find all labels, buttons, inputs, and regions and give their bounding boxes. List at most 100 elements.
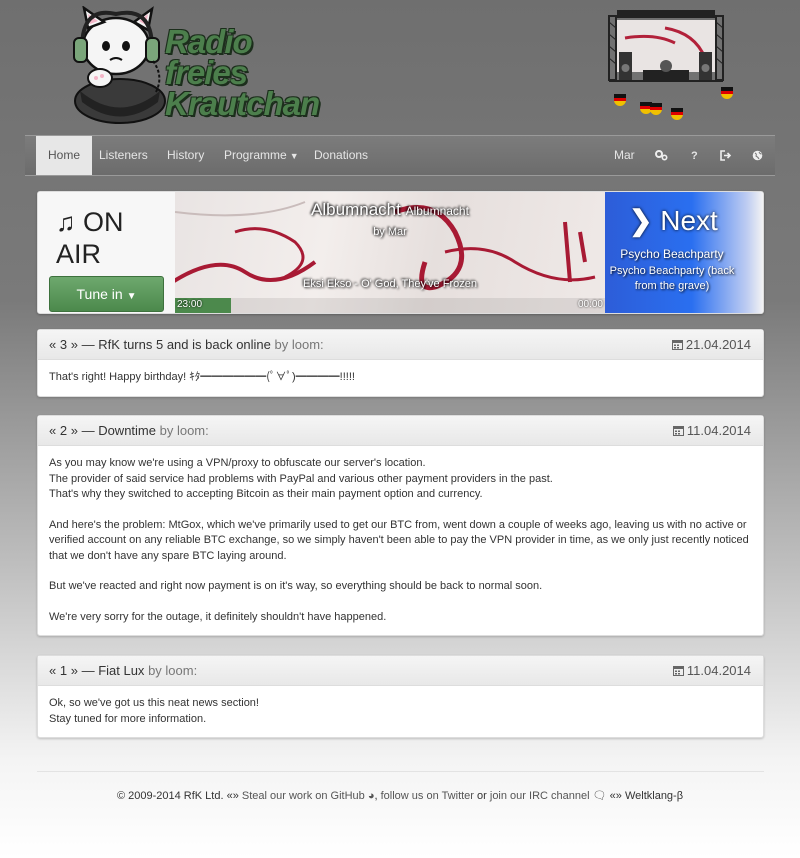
nav-home[interactable]: Home (36, 136, 93, 175)
nav-label: History (167, 148, 205, 162)
news-header: « 3 » — RfK turns 5 and is back online b… (38, 330, 763, 360)
footer-separator: «» (609, 790, 622, 802)
nav-user-profile[interactable]: Mar (603, 136, 646, 175)
chevron-right-icon: ❯ (629, 205, 653, 236)
post-number: 1 (59, 663, 68, 678)
remaining-time: 00:00 (577, 299, 603, 310)
logo-line: Krautchan (165, 85, 320, 122)
cogs-icon (655, 150, 668, 161)
next-post-link[interactable]: » (71, 423, 78, 438)
twitter-link[interactable]: follow us on Twitter (381, 790, 474, 802)
next-label: Next (660, 205, 718, 236)
logo-line: Radio (165, 23, 253, 60)
current-track: Eksi Ekso - O' God, They've Frozen (303, 278, 477, 290)
sign-out-icon (720, 150, 732, 162)
github-link[interactable]: Steal our work on GitHub ◕ (242, 790, 375, 802)
nav-settings[interactable] (644, 136, 679, 175)
post-number: 3 (59, 337, 68, 352)
nav-programme-dropdown[interactable]: Programme ▼ (213, 136, 310, 175)
nav-donations[interactable]: Donations (303, 136, 379, 175)
user-name: Mar (614, 148, 635, 162)
music-note-icon: ♫ (56, 207, 76, 237)
on-air-line2: AIR (56, 239, 102, 269)
next-post-link[interactable]: » (71, 663, 78, 678)
news-header: « 1 » — Fiat Lux by loom: 11.04.2014 (38, 656, 763, 686)
nav-language[interactable] (741, 136, 774, 175)
github-icon: ◕ (367, 790, 375, 802)
news-post: « 3 » — RfK turns 5 and is back online b… (37, 329, 764, 397)
nav-logout[interactable] (709, 136, 743, 175)
news-paragraph: As you may know we're using a VPN/proxy … (49, 457, 426, 469)
chat-icon: 🗨︎ (592, 790, 607, 802)
elapsed-time: 23:00 (177, 299, 203, 310)
news-author: by loom: (274, 337, 324, 352)
nav-label: Programme (224, 148, 287, 162)
irc-link[interactable]: join our IRC channel 🗨︎ (490, 790, 607, 802)
caret-down-icon: ▼ (126, 291, 137, 302)
globe-icon (752, 151, 763, 161)
news-author: by loom: (159, 423, 209, 438)
dj-stage-image (605, 8, 735, 123)
news-paragraph: But we've reacted and right now payment … (49, 580, 543, 592)
copyright: © 2009-2014 RfK Ltd. (116, 790, 224, 802)
news-paragraph: Ok, so we've got us this neat news secti… (49, 697, 259, 709)
now-playing-title: Albumnacht Albumnacht (175, 200, 605, 220)
show-title: Albumnacht (311, 200, 401, 219)
on-air-label: ♫ ON AIR (56, 206, 124, 270)
nav-label: Donations (314, 148, 369, 162)
on-air-line1: ON (83, 207, 124, 237)
news-title: RfK turns 5 and is back online (98, 337, 271, 352)
calendar-icon (671, 340, 683, 350)
nav-history[interactable]: History (156, 136, 215, 175)
next-show-subtitle: Psycho Beachparty (back from the grave) (609, 265, 735, 292)
brand-name: Weltklang-β (624, 790, 684, 802)
prev-post-link[interactable]: « (49, 337, 56, 352)
news-paragraph: And here's the problem: MtGox, which we'… (49, 518, 749, 562)
post-number: 2 (59, 423, 68, 438)
news-title: Fiat Lux (98, 663, 145, 678)
next-show-box[interactable]: ❯ Next Psycho Beachparty Psycho Beachpar… (605, 192, 763, 313)
caret-down-icon: ▼ (289, 151, 299, 161)
on-air-box: ♫ ON AIR Tune in ▼ (38, 192, 175, 313)
news-post: « 1 » — Fiat Lux by loom: 11.04.2014 Ok, s… (37, 655, 764, 738)
news-date-value: 11.04.2014 (686, 423, 751, 438)
prev-post-link[interactable]: « (49, 663, 56, 678)
news-date: 11.04.2014 (672, 416, 751, 446)
tune-in-button[interactable]: Tune in ▼ (49, 276, 164, 312)
prev-post-link[interactable]: « (49, 423, 56, 438)
logo-text: Radio freies Krautchan (165, 23, 320, 122)
news-paragraph: That's right! Happy birthday! ｷﾀ━━━━━━(ﾟ… (49, 371, 355, 383)
question-icon: ? (691, 150, 698, 162)
news-post: « 2 » — Downtime by loom: 11.04.2014 As yo… (37, 415, 764, 636)
main-navbar: Home Listeners History Programme ▼ Donati… (25, 135, 775, 176)
show-progress-bar (175, 298, 605, 313)
news-paragraph: The provider of said service had problem… (49, 472, 553, 485)
logo-line: freies (165, 54, 248, 91)
next-heading: ❯ Next (629, 204, 718, 237)
tune-in-label: Tune in (76, 286, 123, 302)
news-body: That's right! Happy birthday! ｷﾀ━━━━━━(ﾟ… (38, 360, 763, 396)
news-paragraph: That's why they switched to accepting Bi… (49, 488, 483, 500)
news-date: 21.04.2014 (671, 330, 751, 360)
footer-divider (37, 771, 764, 772)
calendar-icon (672, 666, 684, 676)
footer-comma: , (374, 790, 378, 802)
irc-link-label: join our IRC channel (489, 790, 590, 802)
site-logo[interactable]: Radio freies Krautchan (60, 5, 340, 128)
footer-separator: «» (226, 790, 239, 802)
news-date: 11.04.2014 (672, 656, 751, 686)
nav-help[interactable]: ? (680, 136, 709, 175)
nav-label: Listeners (99, 148, 148, 162)
news-date-value: 21.04.2014 (685, 337, 751, 352)
show-subtitle: Albumnacht (405, 204, 469, 218)
cat-mascot-icon (73, 5, 166, 124)
news-title: Downtime (98, 423, 156, 438)
nav-listeners[interactable]: Listeners (88, 136, 159, 175)
nav-label: Home (48, 148, 81, 162)
footer: © 2009-2014 RfK Ltd. «» Steal our work o… (0, 789, 800, 802)
news-body: Ok, so we've got us this neat news secti… (38, 686, 763, 737)
next-post-link[interactable]: » (71, 337, 78, 352)
